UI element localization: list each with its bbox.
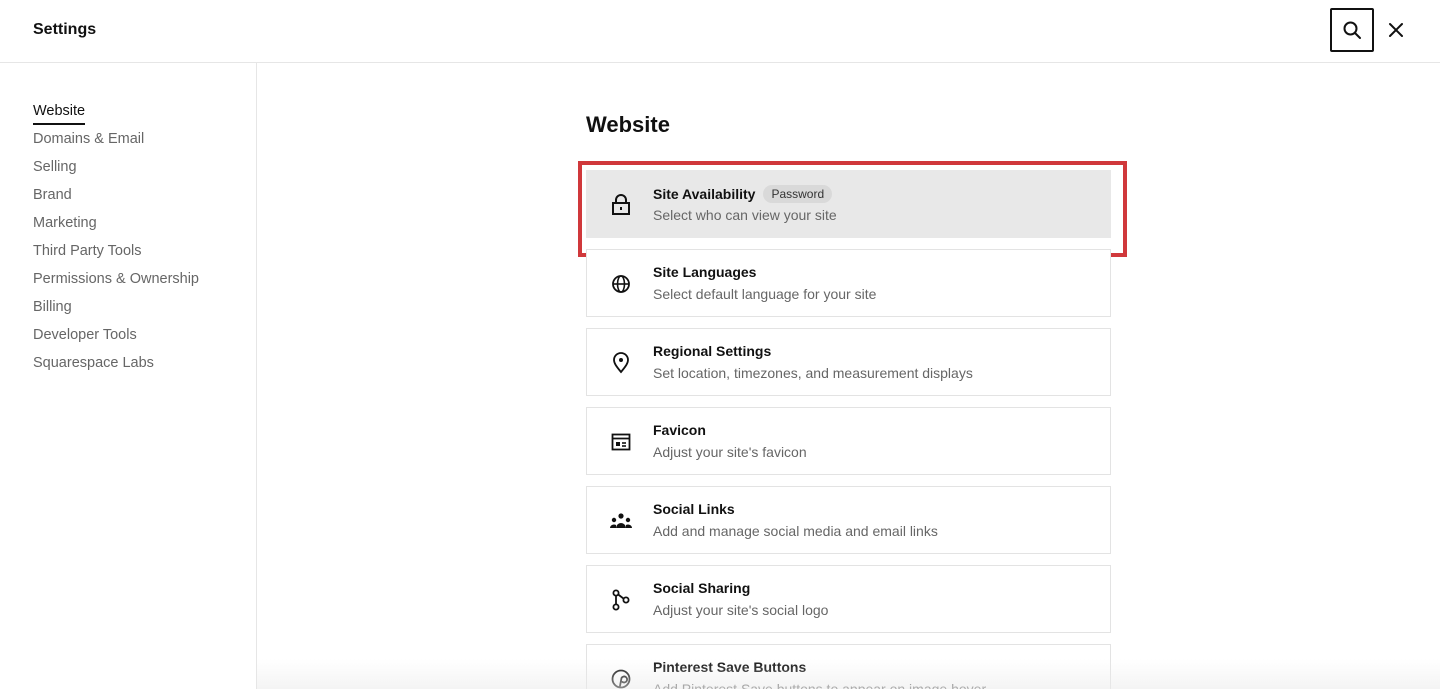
- section-heading: Website: [586, 112, 670, 137]
- status-badge: Password: [763, 185, 833, 203]
- sidebar-item-website[interactable]: Website: [33, 101, 199, 129]
- regional-settings-card[interactable]: Regional Settings Set location, timezone…: [586, 328, 1111, 396]
- main-panel: Website Site Availability Password Select…: [257, 63, 1440, 689]
- social-links-card[interactable]: Social Links Add and manage social media…: [586, 486, 1111, 554]
- location-pin-icon: [609, 351, 633, 375]
- card-description: Adjust your site's social logo: [653, 602, 829, 618]
- sidebar: Website Domains & Email Selling Brand Ma…: [0, 63, 257, 689]
- settings-card-list: Site Availability Password Select who can…: [578, 161, 1127, 689]
- close-button[interactable]: [1380, 14, 1412, 46]
- card-description: Add Pinterest Save buttons to appear on …: [653, 681, 987, 689]
- card-label: Social Sharing: [653, 580, 751, 596]
- globe-icon: [609, 272, 633, 296]
- card-description: Set location, timezones, and measurement…: [653, 365, 973, 381]
- sidebar-item-permissions-ownership[interactable]: Permissions & Ownership: [33, 269, 199, 297]
- search-button[interactable]: [1330, 8, 1374, 52]
- card-label: Favicon: [653, 422, 706, 438]
- people-icon: [609, 509, 633, 533]
- lock-icon: [609, 193, 633, 217]
- sidebar-item-squarespace-labs[interactable]: Squarespace Labs: [33, 353, 199, 381]
- sidebar-item-selling[interactable]: Selling: [33, 157, 199, 185]
- card-label: Site Languages: [653, 264, 757, 280]
- card-label: Regional Settings: [653, 343, 772, 359]
- sidebar-item-brand[interactable]: Brand: [33, 185, 199, 213]
- sidebar-item-domains-email[interactable]: Domains & Email: [33, 129, 199, 157]
- sidebar-item-billing[interactable]: Billing: [33, 297, 199, 325]
- share-icon: [609, 588, 633, 612]
- card-label: Site Availability: [653, 186, 756, 202]
- sidebar-item-third-party-tools[interactable]: Third Party Tools: [33, 241, 199, 269]
- close-icon: [1389, 23, 1403, 37]
- top-bar: Settings: [0, 0, 1440, 63]
- search-icon: [1343, 21, 1361, 39]
- sidebar-nav: Website Domains & Email Selling Brand Ma…: [33, 101, 199, 381]
- site-availability-card[interactable]: Site Availability Password Select who can…: [578, 161, 1127, 257]
- social-sharing-card[interactable]: Social Sharing Adjust your site's social…: [586, 565, 1111, 633]
- card-description: Add and manage social media and email li…: [653, 523, 938, 539]
- card-description: Adjust your site's favicon: [653, 444, 807, 460]
- favicon-card[interactable]: Favicon Adjust your site's favicon: [586, 407, 1111, 475]
- site-languages-card[interactable]: Site Languages Select default language f…: [586, 249, 1111, 317]
- page-title: Settings: [33, 21, 97, 38]
- card-description: Select default language for your site: [653, 286, 877, 302]
- sidebar-item-marketing[interactable]: Marketing: [33, 213, 199, 241]
- card-label: Pinterest Save Buttons: [653, 659, 807, 675]
- favicon-icon: [609, 430, 633, 454]
- card-description: Select who can view your site: [653, 207, 837, 223]
- sidebar-item-developer-tools[interactable]: Developer Tools: [33, 325, 199, 353]
- pinterest-save-buttons-card[interactable]: Pinterest Save Buttons Add Pinterest Sav…: [586, 644, 1111, 689]
- pinterest-icon: [609, 667, 633, 689]
- card-label: Social Links: [653, 501, 735, 517]
